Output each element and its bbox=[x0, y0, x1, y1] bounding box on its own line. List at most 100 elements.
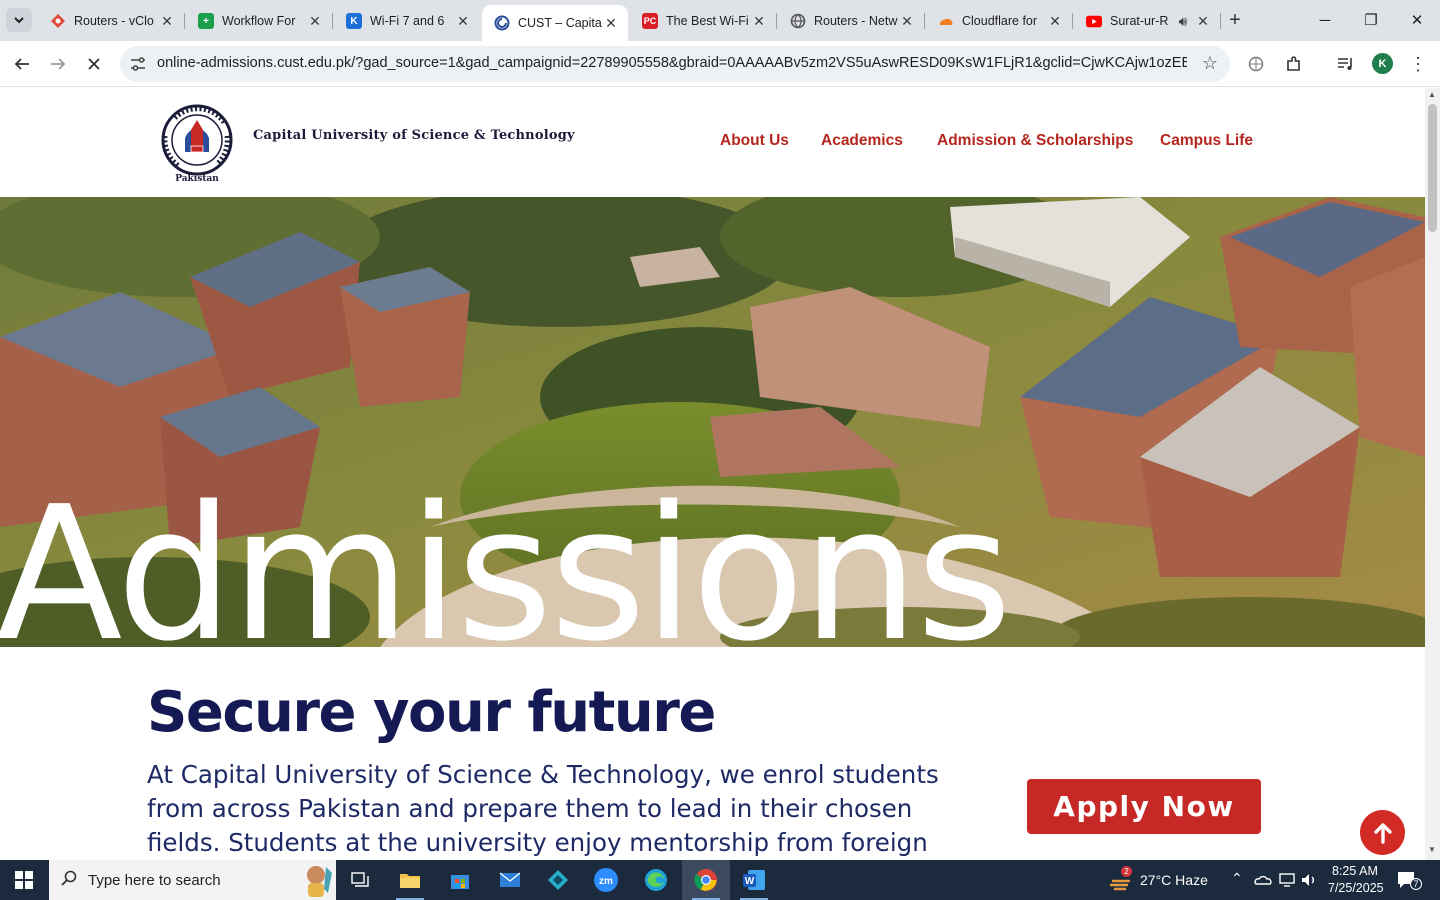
browser-tab[interactable]: Cloudflare for ✕ bbox=[926, 6, 1073, 36]
restore-button[interactable]: ❐ bbox=[1348, 6, 1394, 34]
mail-icon[interactable] bbox=[486, 860, 534, 900]
globe-icon bbox=[790, 13, 806, 29]
seal-caption: Pakistan bbox=[175, 174, 219, 184]
browser-tab-active[interactable]: CUST – Capita ✕ bbox=[482, 5, 628, 41]
browser-tab[interactable]: Surat-ur-R 🔊︎ ✕ bbox=[1074, 6, 1221, 36]
search-placeholder: Type here to search bbox=[88, 872, 221, 889]
file-explorer-icon[interactable] bbox=[386, 860, 434, 900]
windows-logo-icon bbox=[15, 871, 33, 889]
close-icon[interactable]: ✕ bbox=[1194, 12, 1212, 30]
weather-text[interactable]: 27°C Haze bbox=[1140, 872, 1208, 888]
chrome-icon[interactable] bbox=[682, 860, 730, 900]
close-icon bbox=[88, 58, 100, 70]
forward-button[interactable] bbox=[44, 50, 72, 78]
minimize-button[interactable]: ─ bbox=[1302, 6, 1348, 34]
site-header: Pakistan Capital University of Science &… bbox=[0, 88, 1425, 197]
browser-tab[interactable]: Routers - vClo ✕ bbox=[38, 6, 185, 36]
nav-campus-life[interactable]: Campus Life bbox=[1160, 132, 1253, 150]
tab-title: Wi-Fi 7 and 6 bbox=[370, 14, 445, 28]
cust-swirl-icon bbox=[494, 15, 510, 31]
new-tab-button[interactable]: + bbox=[1224, 9, 1246, 31]
tab-title: Surat-ur-R bbox=[1110, 14, 1169, 28]
taskbar-search-box[interactable]: Type here to search bbox=[49, 860, 336, 900]
browser-tab[interactable]: PC The Best Wi-Fi ✕ bbox=[630, 6, 777, 36]
tab-title: The Best Wi-Fi bbox=[666, 14, 749, 28]
chevron-down-icon bbox=[14, 17, 24, 24]
url-text[interactable]: online-admissions.cust.edu.pk/?gad_sourc… bbox=[157, 55, 1187, 71]
tab-title: Routers - Netw bbox=[814, 14, 898, 28]
close-icon[interactable]: ✕ bbox=[898, 12, 916, 30]
page-scrollbar[interactable]: ▲ ▼ bbox=[1425, 88, 1440, 860]
apply-now-button[interactable]: Apply Now bbox=[1027, 779, 1261, 834]
browser-tab[interactable]: + Workflow For ✕ bbox=[186, 6, 333, 36]
volume-icon[interactable] bbox=[1300, 872, 1318, 893]
tab-search-button[interactable] bbox=[6, 8, 32, 32]
scroll-to-top-button[interactable] bbox=[1360, 810, 1405, 855]
close-icon[interactable]: ✕ bbox=[750, 12, 768, 30]
web-page: Pakistan Capital University of Science &… bbox=[0, 88, 1425, 860]
green-plus-icon: + bbox=[198, 13, 214, 29]
back-button[interactable] bbox=[8, 50, 36, 78]
speaker-icon[interactable]: 🔊︎ bbox=[1174, 12, 1192, 30]
university-seal-logo[interactable]: Pakistan bbox=[155, 100, 240, 185]
word-icon[interactable]: W bbox=[730, 860, 778, 900]
tab-title: CUST – Capita bbox=[518, 16, 602, 30]
zoom-icon[interactable]: zm bbox=[582, 860, 630, 900]
arrow-right-icon bbox=[51, 58, 66, 70]
microsoft-store-icon[interactable] bbox=[436, 860, 484, 900]
bookmark-star-icon[interactable]: ☆ bbox=[1202, 53, 1218, 74]
media-control-icon[interactable] bbox=[1332, 50, 1360, 78]
scrollbar-thumb[interactable] bbox=[1428, 104, 1437, 232]
windows-taskbar: Type here to search zm W 2 27°C Haze ⌃ 8… bbox=[0, 860, 1440, 900]
browser-tab-strip: Routers - vClo ✕ + Workflow For ✕ K Wi-F… bbox=[0, 0, 1440, 41]
university-name-logo[interactable]: Capital University of Science & Technolo… bbox=[253, 128, 575, 143]
clock-date[interactable]: 7/25/2025 bbox=[1328, 881, 1384, 895]
close-icon[interactable]: ✕ bbox=[1046, 12, 1064, 30]
translate-icon[interactable] bbox=[1242, 50, 1270, 78]
diamond-app-icon[interactable] bbox=[534, 860, 582, 900]
extensions-icon[interactable] bbox=[1280, 50, 1308, 78]
weather-icon[interactable]: 2 bbox=[1108, 866, 1132, 891]
notification-center-icon[interactable]: 7 bbox=[1396, 870, 1422, 895]
chevron-up-icon[interactable]: ⌃ bbox=[1231, 870, 1243, 887]
scroll-up-arrow-icon[interactable]: ▲ bbox=[1428, 90, 1436, 99]
onedrive-icon[interactable] bbox=[1254, 873, 1272, 892]
nav-about-us[interactable]: About Us bbox=[720, 132, 789, 150]
youtube-icon bbox=[1086, 13, 1102, 29]
close-icon[interactable]: ✕ bbox=[306, 12, 324, 30]
nav-admission-scholarships[interactable]: Admission & Scholarships bbox=[937, 132, 1133, 150]
close-icon[interactable]: ✕ bbox=[158, 12, 176, 30]
cloud-icon bbox=[938, 13, 954, 29]
clock-time[interactable]: 8:25 AM bbox=[1332, 864, 1378, 878]
profile-avatar[interactable]: K bbox=[1372, 53, 1393, 74]
notification-count: 7 bbox=[1410, 878, 1422, 890]
network-icon[interactable] bbox=[1278, 872, 1296, 893]
tab-title: Routers - vClo bbox=[74, 14, 154, 28]
kebab-menu-icon[interactable]: ⋮ bbox=[1404, 50, 1432, 78]
close-icon[interactable]: ✕ bbox=[454, 12, 472, 30]
svg-text:W: W bbox=[745, 876, 755, 887]
pc-icon: PC bbox=[642, 13, 658, 29]
browser-toolbar: online-admissions.cust.edu.pk/?gad_sourc… bbox=[0, 41, 1440, 87]
address-bar[interactable]: online-admissions.cust.edu.pk/?gad_sourc… bbox=[120, 46, 1230, 82]
weather-badge: 2 bbox=[1121, 866, 1132, 877]
browser-tab[interactable]: Routers - Netw ✕ bbox=[778, 6, 925, 36]
nav-academics[interactable]: Academics bbox=[821, 132, 903, 150]
edge-icon[interactable] bbox=[632, 860, 680, 900]
task-view-icon[interactable] bbox=[336, 860, 384, 900]
scroll-down-arrow-icon[interactable]: ▼ bbox=[1428, 845, 1436, 854]
start-button[interactable] bbox=[0, 860, 48, 900]
close-icon[interactable]: ✕ bbox=[602, 14, 620, 32]
close-window-button[interactable]: ✕ bbox=[1394, 6, 1440, 34]
blue-k-icon: K bbox=[346, 13, 362, 29]
hero-title: Admissions bbox=[0, 466, 1012, 648]
search-highlight-illustration-icon bbox=[307, 866, 332, 897]
svg-text:zm: zm bbox=[599, 876, 613, 887]
arrow-left-icon bbox=[14, 58, 29, 70]
intro-paragraph: At Capital University of Science & Techn… bbox=[147, 760, 939, 857]
tab-title: Workflow For bbox=[222, 14, 296, 28]
section-headline: Secure your future bbox=[147, 680, 716, 745]
browser-tab[interactable]: K Wi-Fi 7 and 6 ✕ bbox=[334, 6, 480, 36]
site-settings-icon[interactable] bbox=[128, 54, 148, 74]
stop-loading-button[interactable] bbox=[80, 50, 108, 78]
